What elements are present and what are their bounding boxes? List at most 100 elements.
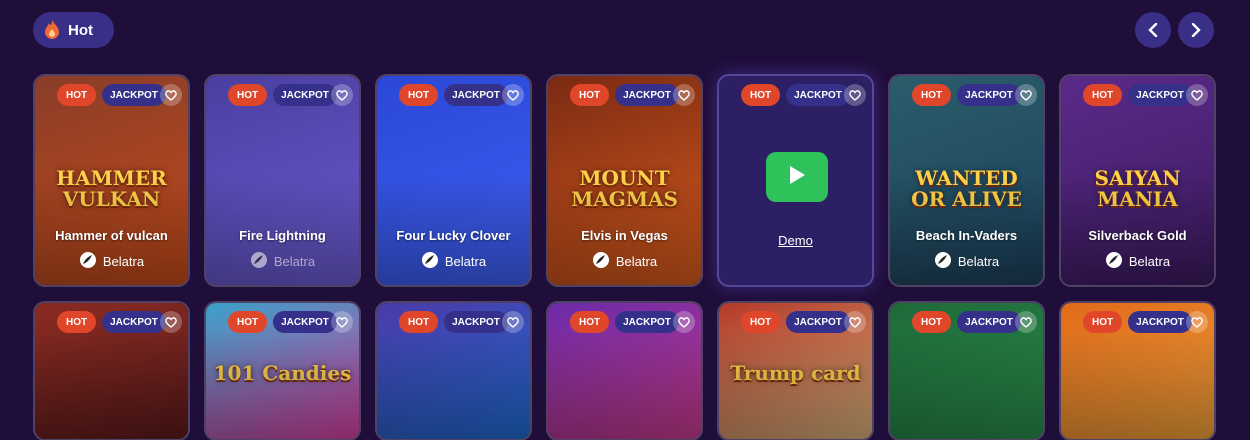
favorite-button[interactable] xyxy=(502,84,524,106)
card-badges: HOT JACKPOT xyxy=(912,84,1021,106)
provider-name: Belatra xyxy=(957,254,1000,269)
heart-icon xyxy=(678,89,690,101)
card-shade xyxy=(719,329,872,439)
game-card[interactable]: 101 CandiesHOTJACKPOT xyxy=(204,301,361,440)
section-title: Hot xyxy=(68,21,93,39)
heart-icon xyxy=(165,316,177,328)
card-badges: HOT JACKPOT xyxy=(1083,311,1192,333)
hot-badge: HOT xyxy=(399,311,439,333)
game-provider: Belatra xyxy=(377,251,530,272)
card-badges: HOT JACKPOT xyxy=(228,84,337,106)
jackpot-badge: JACKPOT xyxy=(102,311,166,333)
favorite-button[interactable] xyxy=(1015,84,1037,106)
game-title: Hammer of vulcan xyxy=(55,228,168,243)
card-badges: HOT JACKPOT xyxy=(228,311,337,333)
heart-icon xyxy=(1191,89,1203,101)
game-title: Beach In-Vaders xyxy=(915,228,1018,243)
jackpot-badge: JACKPOT xyxy=(957,84,1021,106)
jackpot-badge: JACKPOT xyxy=(273,84,337,106)
card-badges: HOT JACKPOT xyxy=(912,311,1021,333)
belatra-logo-icon xyxy=(250,251,268,272)
provider-name: Belatra xyxy=(273,254,316,269)
provider-name: Belatra xyxy=(102,254,145,269)
heart-icon xyxy=(507,89,519,101)
game-provider: Belatra xyxy=(206,251,359,272)
card-badges: HOT JACKPOT xyxy=(399,84,508,106)
game-card[interactable]: HOT JACKPOT Fire Lightning Belatra xyxy=(204,74,361,287)
heart-icon xyxy=(849,316,861,328)
provider-name: Belatra xyxy=(1128,254,1171,269)
play-button[interactable] xyxy=(766,152,828,202)
hot-badge: HOT xyxy=(741,311,781,333)
heart-icon xyxy=(336,89,348,101)
favorite-button[interactable] xyxy=(331,311,353,333)
game-card[interactable]: WANTED OR ALIVEHOTJACKPOTBeach In-Vaders… xyxy=(888,74,1045,287)
favorite-button[interactable] xyxy=(1186,311,1208,333)
card-shade xyxy=(377,329,530,439)
belatra-logo-icon xyxy=(421,251,439,272)
favorite-button[interactable] xyxy=(1015,311,1037,333)
favorite-button[interactable] xyxy=(844,311,866,333)
prev-button[interactable] xyxy=(1135,12,1171,48)
hot-badge: HOT xyxy=(228,311,268,333)
game-title: Elvis in Vegas xyxy=(581,228,668,243)
jackpot-badge: JACKPOT xyxy=(957,311,1021,333)
jackpot-badge: JACKPOT xyxy=(615,84,679,106)
hot-badge: HOT xyxy=(570,84,610,106)
card-badges: HOT JACKPOT xyxy=(741,84,850,106)
favorite-button[interactable] xyxy=(160,311,182,333)
favorite-button[interactable] xyxy=(331,84,353,106)
card-badges: HOT JACKPOT xyxy=(57,311,166,333)
demo-link[interactable]: Demo xyxy=(719,233,872,248)
favorite-button[interactable] xyxy=(1186,84,1208,106)
chevron-right-icon xyxy=(1191,23,1201,37)
card-shade xyxy=(206,329,359,439)
hot-badge: HOT xyxy=(1083,84,1123,106)
game-card[interactable]: SAIYAN MANIAHOTJACKPOTSilverback GoldBel… xyxy=(1059,74,1216,287)
section-hot-tab[interactable]: Hot xyxy=(33,12,114,48)
card-shade xyxy=(548,329,701,439)
hot-badge: HOT xyxy=(912,84,952,106)
game-card[interactable]: HOT JACKPOT xyxy=(33,301,190,440)
jackpot-badge: JACKPOT xyxy=(1128,311,1192,333)
game-provider: Belatra xyxy=(548,251,701,272)
heart-icon xyxy=(507,316,519,328)
card-badges: HOT JACKPOT xyxy=(570,311,679,333)
jackpot-badge: JACKPOT xyxy=(444,84,508,106)
card-shade xyxy=(1061,329,1214,439)
belatra-logo-icon xyxy=(934,251,952,272)
heart-icon xyxy=(849,89,861,101)
belatra-logo-icon xyxy=(1105,251,1123,272)
jackpot-badge: JACKPOT xyxy=(273,311,337,333)
game-card[interactable]: Trump cardHOTJACKPOT xyxy=(717,301,874,440)
card-badges: HOT JACKPOT xyxy=(399,311,508,333)
favorite-button[interactable] xyxy=(844,84,866,106)
game-card[interactable]: HOT JACKPOT xyxy=(375,301,532,440)
provider-name: Belatra xyxy=(444,254,487,269)
next-button[interactable] xyxy=(1178,12,1214,48)
heart-icon xyxy=(336,316,348,328)
game-card[interactable]: HAMMER VULKANHOTJACKPOTHammer of vulcanB… xyxy=(33,74,190,287)
play-icon xyxy=(787,164,807,191)
heart-icon xyxy=(1020,316,1032,328)
game-card[interactable]: MOUNT MAGMASHOTJACKPOTElvis in VegasBela… xyxy=(546,74,703,287)
game-card[interactable]: HOT JACKPOT Four Lucky Clover Belatra xyxy=(375,74,532,287)
game-card[interactable]: HOT JACKPOT xyxy=(1059,301,1216,440)
card-badges: HOT JACKPOT xyxy=(1083,84,1192,106)
game-card[interactable]: HOT JACKPOT xyxy=(546,301,703,440)
favorite-button[interactable] xyxy=(673,84,695,106)
game-card[interactable]: HOT JACKPOT Demo xyxy=(717,74,874,287)
favorite-button[interactable] xyxy=(673,311,695,333)
favorite-button[interactable] xyxy=(502,311,524,333)
card-shade xyxy=(890,329,1043,439)
favorite-button[interactable] xyxy=(160,84,182,106)
belatra-logo-icon xyxy=(592,251,610,272)
hot-badge: HOT xyxy=(228,84,268,106)
game-card[interactable]: HOT JACKPOT xyxy=(888,301,1045,440)
game-title: Silverback Gold xyxy=(1088,228,1187,243)
game-provider: Belatra xyxy=(1061,251,1214,272)
card-badges: HOT JACKPOT xyxy=(57,84,166,106)
jackpot-badge: JACKPOT xyxy=(615,311,679,333)
card-badges: HOT JACKPOT xyxy=(741,311,850,333)
game-provider: Belatra xyxy=(890,251,1043,272)
